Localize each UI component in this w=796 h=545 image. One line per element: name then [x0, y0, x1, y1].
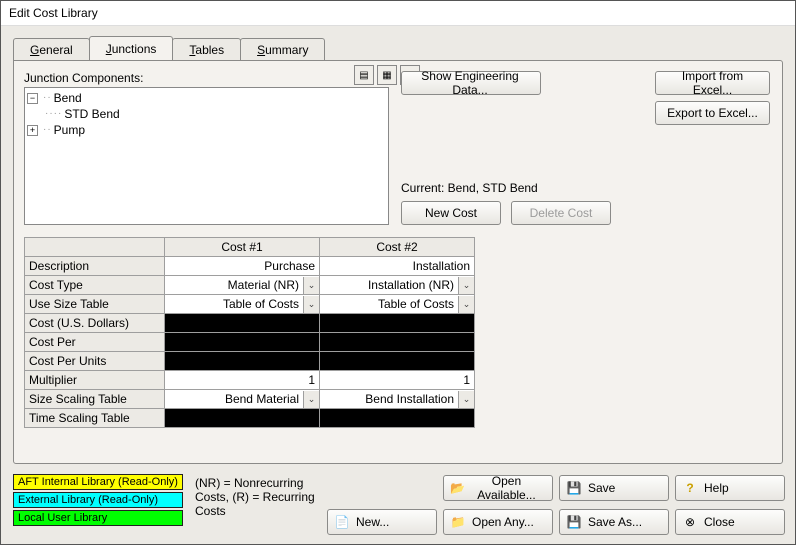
expand-icon[interactable]: +	[27, 125, 38, 136]
library-legend: AFT Internal Library (Read-Only) Externa…	[13, 474, 183, 526]
button-label: Close	[704, 515, 735, 529]
nr-note: (NR) = Nonrecurring Costs, (R) = Recurri…	[195, 474, 315, 518]
cell-c2-cost-type[interactable]: Installation (NR)⌄	[320, 276, 475, 295]
legend-local: Local User Library	[13, 510, 183, 526]
cell-value: Bend Installation	[320, 392, 458, 406]
row-use-size: Use Size Table	[25, 295, 165, 314]
row-cost-usd: Cost (U.S. Dollars)	[25, 314, 165, 333]
chevron-down-icon[interactable]: ⌄	[303, 391, 319, 408]
legend-external: External Library (Read-Only)	[13, 492, 183, 508]
close-icon: ⊗	[682, 514, 698, 530]
chevron-down-icon[interactable]: ⌄	[303, 277, 319, 294]
tab-general[interactable]: General	[13, 38, 90, 60]
cell-c1-multiplier[interactable]: 1	[165, 371, 320, 390]
cell-c1-cost-per	[165, 333, 320, 352]
cell-value: Material (NR)	[165, 278, 303, 292]
cell-c2-description[interactable]: Installation	[320, 257, 475, 276]
cell-c2-time-scaling	[320, 409, 475, 428]
tree-label: Junction Components:	[24, 71, 389, 85]
new-button[interactable]: 📄 New...	[327, 509, 437, 535]
row-size-scaling: Size Scaling Table	[25, 390, 165, 409]
folder-open-icon: 📂	[450, 480, 465, 496]
tree-item-std-bend[interactable]: ···· STD Bend	[27, 106, 386, 122]
button-label: Save As...	[588, 515, 642, 529]
open-available-button[interactable]: 📂 Open Available...	[443, 475, 553, 501]
save-icon: 💾	[566, 480, 582, 496]
junction-tree[interactable]: − ·· Bend ···· STD Bend + ·· Pump	[24, 87, 389, 225]
button-label: Open Available...	[471, 474, 542, 502]
show-engineering-data-button[interactable]: Show Engineering Data...	[401, 71, 541, 95]
row-description: Description	[25, 257, 165, 276]
button-label: Open Any...	[472, 515, 534, 529]
tree-item-label: STD Bend	[64, 106, 119, 122]
grid-corner	[25, 238, 165, 257]
tab-junctions[interactable]: Junctions	[89, 36, 174, 60]
cell-c1-cost-per-units	[165, 352, 320, 371]
row-cost-type: Cost Type	[25, 276, 165, 295]
tab-bar: General Junctions Tables Summary	[13, 36, 783, 60]
column-header-cost2[interactable]: Cost #2	[320, 238, 475, 257]
save-as-icon: 💾	[566, 514, 582, 530]
tab-summary[interactable]: Summary	[240, 38, 325, 60]
cell-value: Table of Costs	[165, 297, 303, 311]
window-title: Edit Cost Library	[1, 1, 795, 26]
new-file-icon: 📄	[334, 514, 350, 530]
save-button[interactable]: 💾 Save	[559, 475, 669, 501]
cell-c2-cost-per-units	[320, 352, 475, 371]
cell-c1-time-scaling	[165, 409, 320, 428]
cell-value: Table of Costs	[320, 297, 458, 311]
collapse-all-icon[interactable]: ▦	[377, 65, 397, 85]
help-button[interactable]: ? Help	[675, 475, 785, 501]
window-body: General Junctions Tables Summary ▤ ▦ ▥ I…	[1, 26, 795, 544]
cell-c2-cost-usd	[320, 314, 475, 333]
legend-internal: AFT Internal Library (Read-Only)	[13, 474, 183, 490]
cell-c1-use-size[interactable]: Table of Costs⌄	[165, 295, 320, 314]
cell-c2-multiplier[interactable]: 1	[320, 371, 475, 390]
chevron-down-icon[interactable]: ⌄	[458, 296, 474, 313]
cell-value: Installation (NR)	[320, 278, 458, 292]
tree-item-label: Pump	[54, 122, 85, 138]
cell-c2-use-size[interactable]: Table of Costs⌄	[320, 295, 475, 314]
cell-c2-size-scaling[interactable]: Bend Installation⌄	[320, 390, 475, 409]
row-cost-per-units: Cost Per Units	[25, 352, 165, 371]
button-label: New...	[356, 515, 389, 529]
junctions-panel: ▤ ▦ ▥ Import from Excel... Export to Exc…	[13, 60, 783, 464]
expand-all-icon[interactable]: ▤	[354, 65, 374, 85]
column-header-cost1[interactable]: Cost #1	[165, 238, 320, 257]
chevron-down-icon[interactable]: ⌄	[458, 277, 474, 294]
chevron-down-icon[interactable]: ⌄	[303, 296, 319, 313]
current-selection-label: Current: Bend, STD Bend	[401, 181, 772, 195]
row-multiplier: Multiplier	[25, 371, 165, 390]
tab-tables[interactable]: Tables	[172, 38, 241, 60]
cost-grid: Cost #1 Cost #2 Description Purchase Ins…	[24, 237, 772, 428]
tree-item-label: Bend	[54, 90, 82, 106]
collapse-icon[interactable]: −	[27, 93, 38, 104]
tree-item-pump[interactable]: + ·· Pump	[27, 122, 386, 138]
row-time-scaling: Time Scaling Table	[25, 409, 165, 428]
edit-cost-library-window: Edit Cost Library General Junctions Tabl…	[0, 0, 796, 545]
footer: AFT Internal Library (Read-Only) Externa…	[13, 474, 783, 536]
button-label: Help	[704, 481, 729, 495]
cell-c2-cost-per	[320, 333, 475, 352]
tree-connector-icon: ··	[43, 122, 52, 138]
save-as-button[interactable]: 💾 Save As...	[559, 509, 669, 535]
footer-buttons: 📂 Open Available... 💾 Save ? Help 📄 New.…	[327, 474, 783, 536]
new-cost-button[interactable]: New Cost	[401, 201, 501, 225]
tree-connector-icon: ····	[45, 106, 62, 122]
button-label: Save	[588, 481, 615, 495]
help-icon: ?	[682, 480, 698, 496]
cell-c1-description[interactable]: Purchase	[165, 257, 320, 276]
cell-c1-cost-usd	[165, 314, 320, 333]
cell-value: Bend Material	[165, 392, 303, 406]
row-cost-per: Cost Per	[25, 333, 165, 352]
cell-c1-cost-type[interactable]: Material (NR)⌄	[165, 276, 320, 295]
tree-item-bend[interactable]: − ·· Bend	[27, 90, 386, 106]
cell-c1-size-scaling[interactable]: Bend Material⌄	[165, 390, 320, 409]
chevron-down-icon[interactable]: ⌄	[458, 391, 474, 408]
tree-connector-icon: ··	[43, 90, 52, 106]
delete-cost-button: Delete Cost	[511, 201, 611, 225]
folder-icon: 📁	[450, 514, 466, 530]
close-button[interactable]: ⊗ Close	[675, 509, 785, 535]
open-any-button[interactable]: 📁 Open Any...	[443, 509, 553, 535]
